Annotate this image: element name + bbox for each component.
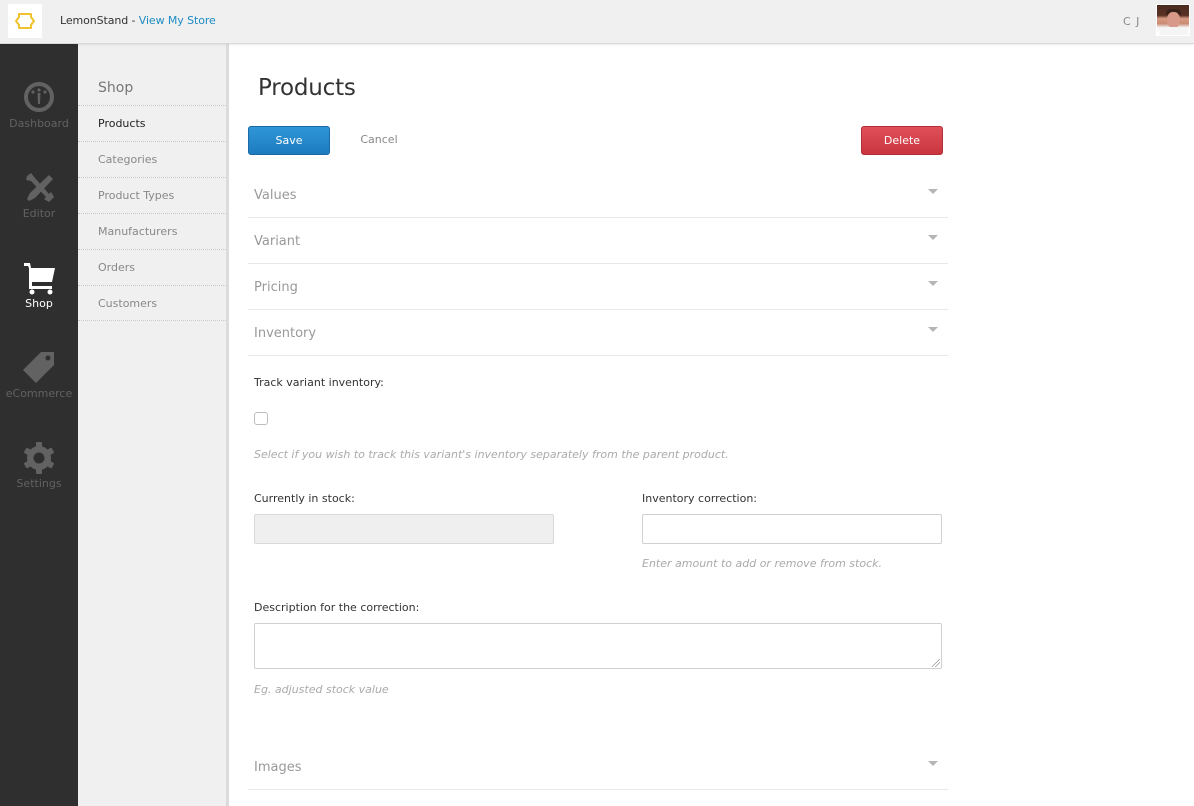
main-nav: Dashboard Editor Shop eCommerce Settings xyxy=(0,44,78,806)
brand-text: LemonStand - View My Store xyxy=(60,14,216,27)
sub-nav-item-manufacturers[interactable]: Manufacturers xyxy=(78,213,226,249)
section-title: Pricing xyxy=(254,280,298,295)
sub-nav-item-product-types[interactable]: Product Types xyxy=(78,177,226,213)
lemonstand-logo-icon xyxy=(15,13,35,29)
view-my-store-link[interactable]: View My Store xyxy=(139,14,216,27)
sub-nav-title: Shop xyxy=(98,80,134,96)
price-tag-icon xyxy=(23,352,54,383)
currently-in-stock-label: Currently in stock: xyxy=(254,492,355,505)
section-title: Variant xyxy=(254,234,301,249)
section-variant[interactable]: Variant xyxy=(248,218,948,264)
delete-button[interactable]: Delete xyxy=(861,126,943,155)
section-images[interactable]: Images xyxy=(248,744,948,790)
resize-handle[interactable] xyxy=(932,659,940,667)
sub-nav-list: Products Categories Product Types Manufa… xyxy=(78,105,226,321)
track-variant-inventory-checkbox[interactable] xyxy=(254,412,268,425)
brand-name: LemonStand xyxy=(60,14,129,27)
user-initials[interactable]: C J xyxy=(1123,15,1140,28)
save-button[interactable]: Save xyxy=(248,126,330,155)
nav-item-editor[interactable]: Editor xyxy=(0,170,78,250)
top-bar: LemonStand - View My Store C J xyxy=(0,0,1194,44)
section-inventory[interactable]: Inventory xyxy=(248,310,948,356)
section-title: Inventory xyxy=(254,326,317,341)
section-title: Images xyxy=(254,760,302,775)
caret-down-icon xyxy=(928,189,938,194)
cancel-button[interactable]: Cancel xyxy=(354,126,404,155)
sub-nav-item-products[interactable]: Products xyxy=(78,105,226,141)
nav-label-dashboard: Dashboard xyxy=(9,117,69,130)
currently-in-stock-field xyxy=(254,514,554,544)
avatar-shirt xyxy=(1159,27,1189,35)
avatar-face xyxy=(1167,12,1180,28)
nav-label-shop: Shop xyxy=(25,297,53,310)
page-title: Products xyxy=(258,75,356,101)
sub-nav: Shop Products Categories Product Types M… xyxy=(78,44,229,806)
inventory-correction-field[interactable] xyxy=(642,514,942,544)
caret-down-icon xyxy=(928,327,938,332)
tools-wrench-pencil-icon xyxy=(26,173,54,202)
caret-down-icon xyxy=(928,281,938,286)
correction-description-label: Description for the correction: xyxy=(254,601,420,614)
nav-item-ecommerce[interactable]: eCommerce xyxy=(0,350,78,430)
nav-item-dashboard[interactable]: Dashboard xyxy=(0,80,78,160)
track-variant-inventory-label: Track variant inventory: xyxy=(254,376,384,389)
inventory-correction-label: Inventory correction: xyxy=(642,492,758,505)
nav-label-ecommerce: eCommerce xyxy=(5,387,73,400)
shopping-cart-icon xyxy=(24,263,55,295)
caret-down-icon xyxy=(928,761,938,766)
correction-description-field[interactable] xyxy=(254,623,942,669)
caret-down-icon xyxy=(928,235,938,240)
sub-nav-item-categories[interactable]: Categories xyxy=(78,141,226,177)
section-values[interactable]: Values xyxy=(248,172,948,218)
section-pricing[interactable]: Pricing xyxy=(248,264,948,310)
user-avatar[interactable] xyxy=(1156,4,1190,36)
sub-nav-item-orders[interactable]: Orders xyxy=(78,249,226,285)
track-variant-inventory-help: Select if you wish to track this variant… xyxy=(254,448,729,461)
nav-item-settings[interactable]: Settings xyxy=(0,440,78,520)
nav-label-editor: Editor xyxy=(22,207,56,220)
lemonstand-logo[interactable] xyxy=(8,4,42,38)
nav-label-settings: Settings xyxy=(16,477,62,490)
sub-nav-item-customers[interactable]: Customers xyxy=(78,285,226,321)
gear-icon xyxy=(24,442,54,474)
inventory-correction-help: Enter amount to add or remove from stock… xyxy=(642,557,882,570)
main-content: Products Save Cancel Delete Values Varia… xyxy=(229,44,1194,806)
brand-separator: - xyxy=(128,14,139,27)
correction-description-help: Eg. adjusted stock value xyxy=(254,683,389,696)
dashboard-gauge-icon xyxy=(24,82,54,112)
section-title: Values xyxy=(254,188,297,203)
nav-item-shop[interactable]: Shop xyxy=(0,260,78,340)
